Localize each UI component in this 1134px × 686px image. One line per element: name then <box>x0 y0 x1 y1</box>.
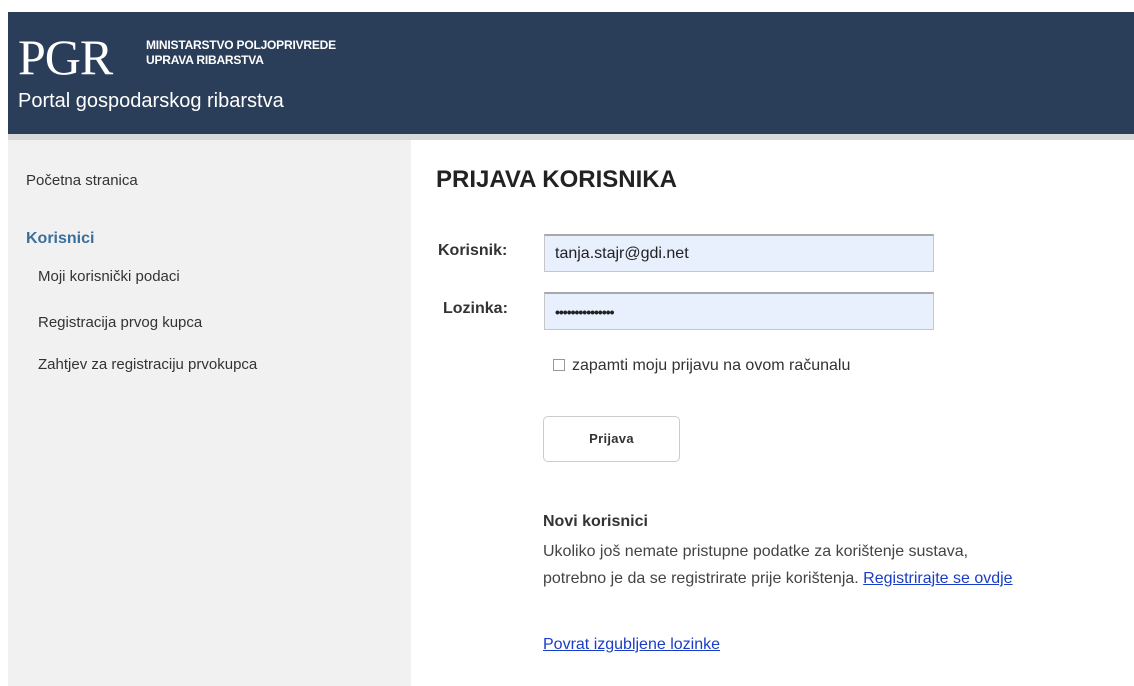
page-title: PRIJAVA KORISNIKA <box>436 166 677 193</box>
sidebar-item-first-buyer-registration[interactable]: Registracija prvog kupca <box>38 314 202 331</box>
new-users-info-line1: Ukoliko još nemate pristupne podatke za … <box>543 543 969 560</box>
logo-line-ministry: MINISTARSTVO POLJOPRIVREDE <box>146 38 336 52</box>
register-link[interactable]: Registrirajte se ovdje <box>863 570 1012 587</box>
username-field[interactable]: tanja.stajr@gdi.net <box>544 234 934 272</box>
sidebar-item-first-buyer-request[interactable]: Zahtjev za registraciju prvokupca <box>38 356 257 373</box>
new-users-info-line2: potrebno je da se registrirate prije kor… <box>543 570 1013 588</box>
remember-me-checkbox[interactable] <box>553 359 565 371</box>
sidebar-item-my-user-data[interactable]: Moji korisnički podaci <box>38 268 180 285</box>
logo-mark: PGR <box>18 29 113 85</box>
new-users-info-text: potrebno je da se registrirate prije kor… <box>543 570 859 587</box>
sidebar-section-users[interactable]: Korisnici <box>26 230 94 248</box>
password-label: Lozinka: <box>443 300 508 317</box>
site-header: PGR MINISTARSTVO POLJOPRIVREDE UPRAVA RI… <box>8 12 1134 134</box>
password-field[interactable]: ••••••••••••••• <box>544 292 934 330</box>
logo-line-directorate: UPRAVA RIBARSTVA <box>146 53 264 67</box>
lost-password-link[interactable]: Povrat izgubljene lozinke <box>543 636 720 654</box>
username-label: Korisnik: <box>438 242 508 259</box>
login-button[interactable]: Prijava <box>543 416 680 462</box>
portal-title: Portal gospodarskog ribarstva <box>18 90 284 112</box>
new-users-heading: Novi korisnici <box>543 513 648 530</box>
sidebar-item-home[interactable]: Početna stranica <box>26 172 138 189</box>
logo-subtitle: MINISTARSTVO POLJOPRIVREDE UPRAVA RIBARS… <box>146 38 336 68</box>
remember-me-label[interactable]: zapamti moju prijavu na ovom računalu <box>572 357 850 375</box>
sidebar: Početna stranica Korisnici Moji korisnič… <box>8 140 411 686</box>
